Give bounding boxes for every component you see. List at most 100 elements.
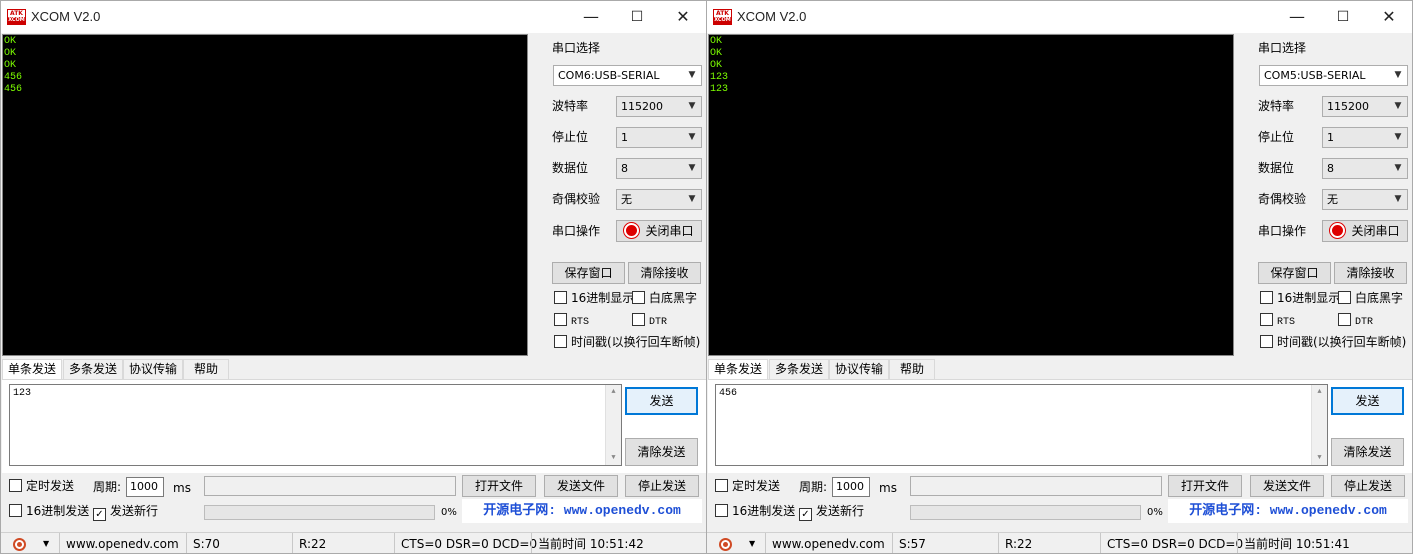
hex-display-checkbox[interactable]: 16进制显示 — [1260, 291, 1340, 305]
stop-send-button[interactable]: 停止发送 — [625, 475, 699, 497]
receive-line: OK — [4, 48, 17, 59]
checkbox-box[interactable] — [632, 291, 645, 304]
dropdown-arrow-icon[interactable]: ▼ — [749, 533, 755, 553]
send-scrollbar[interactable]: ▲ ▼ — [605, 385, 621, 465]
white-bg-checkbox[interactable]: 白底黑字 — [1338, 291, 1403, 305]
period-input[interactable]: 1000 — [126, 477, 164, 497]
minimize-button[interactable]: — — [1274, 1, 1320, 33]
clear-receive-button[interactable]: 清除接收 — [1334, 262, 1407, 284]
send-file-button[interactable]: 发送文件 — [1250, 475, 1324, 497]
receive-scrollbar[interactable] — [511, 35, 527, 355]
checkbox-checked-box[interactable]: ✓ — [93, 508, 106, 521]
checkbox-box[interactable] — [554, 335, 567, 348]
send-input[interactable]: 456 ▲ ▼ — [715, 384, 1328, 466]
data-bits-select[interactable]: 8 ▼ — [1322, 158, 1408, 179]
send-file-button[interactable]: 发送文件 — [544, 475, 618, 497]
scroll-down-icon[interactable]: ▼ — [1312, 452, 1327, 464]
hex-send-checkbox[interactable]: 16进制发送 — [9, 504, 89, 518]
file-path-field[interactable] — [204, 476, 456, 496]
checkbox-box[interactable] — [1338, 291, 1351, 304]
send-scrollbar[interactable]: ▲ ▼ — [1311, 385, 1327, 465]
title-bar[interactable]: ATK XCOM XCOM V2.0 — ☐ ✕ — [707, 1, 1412, 33]
tab-protocol[interactable]: 协议传输 — [829, 359, 889, 379]
timestamp-checkbox[interactable]: 时间戳(以换行回车断帧) — [1260, 335, 1406, 349]
newline-checkbox[interactable]: ✓ 发送新行 — [93, 504, 158, 521]
checkbox-box[interactable] — [715, 479, 728, 492]
scroll-down-icon[interactable]: ▼ — [606, 452, 621, 464]
timed-send-checkbox[interactable]: 定时发送 — [715, 479, 780, 493]
timed-send-checkbox[interactable]: 定时发送 — [9, 479, 74, 493]
checkbox-box[interactable] — [9, 479, 22, 492]
data-bits-select[interactable]: 8 ▼ — [616, 158, 702, 179]
white-bg-checkbox[interactable]: 白底黑字 — [632, 291, 697, 305]
tab-multi-send[interactable]: 多条发送 — [769, 359, 829, 379]
checkbox-box[interactable] — [1338, 313, 1351, 326]
tab-protocol[interactable]: 协议传输 — [123, 359, 183, 379]
send-input[interactable]: 123 ▲ ▼ — [9, 384, 622, 466]
clear-send-button[interactable]: 清除发送 — [1331, 438, 1404, 466]
clear-send-button[interactable]: 清除发送 — [625, 438, 698, 466]
save-window-button[interactable]: 保存窗口 — [552, 262, 625, 284]
scroll-up-icon[interactable]: ▲ — [606, 386, 621, 398]
tab-single-send[interactable]: 单条发送 — [708, 359, 768, 379]
receive-area[interactable]: OK OK OK 456 456 — [2, 34, 528, 356]
receive-area[interactable]: OK OK OK 123 123 — [708, 34, 1234, 356]
stop-bits-select[interactable]: 1 ▼ — [1322, 127, 1408, 148]
checkbox-box[interactable] — [1260, 313, 1273, 326]
checkbox-box[interactable] — [9, 504, 22, 517]
parity-select[interactable]: 无 ▼ — [616, 189, 702, 210]
baud-rate-select[interactable]: 115200 ▼ — [1322, 96, 1408, 117]
tab-single-send[interactable]: 单条发送 — [2, 359, 62, 379]
checkbox-box[interactable] — [715, 504, 728, 517]
newline-checkbox[interactable]: ✓ 发送新行 — [799, 504, 864, 521]
baud-rate-select[interactable]: 115200 ▼ — [616, 96, 702, 117]
maximize-button[interactable]: ☐ — [1320, 1, 1366, 33]
title-bar[interactable]: ATK XCOM XCOM V2.0 — ☐ ✕ — [1, 1, 706, 33]
website-link[interactable]: 开源电子网: www.openedv.com — [1168, 499, 1408, 523]
website-link[interactable]: 开源电子网: www.openedv.com — [462, 499, 702, 523]
stop-bits-select[interactable]: 1 ▼ — [616, 127, 702, 148]
checkbox-box[interactable] — [554, 313, 567, 326]
status-url[interactable]: www.openedv.com — [59, 533, 186, 553]
checkbox-box[interactable] — [1260, 291, 1273, 304]
scroll-up-icon[interactable]: ▲ — [1312, 386, 1327, 398]
send-button[interactable]: 发送 — [625, 387, 698, 415]
checkbox-checked-box[interactable]: ✓ — [799, 508, 812, 521]
checkbox-box[interactable] — [632, 313, 645, 326]
checkbox-box[interactable] — [1260, 335, 1273, 348]
dropdown-arrow-icon[interactable]: ▼ — [43, 533, 49, 553]
open-file-button[interactable]: 打开文件 — [462, 475, 536, 497]
settings-icon[interactable] — [13, 538, 26, 551]
open-file-button[interactable]: 打开文件 — [1168, 475, 1242, 497]
file-path-field[interactable] — [910, 476, 1162, 496]
receive-scrollbar[interactable] — [1217, 35, 1233, 355]
maximize-button[interactable]: ☐ — [614, 1, 660, 33]
dtr-checkbox[interactable]: DTR — [632, 313, 667, 330]
checkbox-box[interactable] — [554, 291, 567, 304]
timestamp-checkbox[interactable]: 时间戳(以换行回车断帧) — [554, 335, 700, 349]
serial-port-select[interactable]: COM5:USB-SERIAL ▼ — [1259, 65, 1408, 86]
stop-send-button[interactable]: 停止发送 — [1331, 475, 1405, 497]
save-window-button[interactable]: 保存窗口 — [1258, 262, 1331, 284]
close-button[interactable]: ✕ — [660, 1, 706, 33]
serial-port-select[interactable]: COM6:USB-SERIAL ▼ — [553, 65, 702, 86]
period-input[interactable]: 1000 — [832, 477, 870, 497]
rts-checkbox[interactable]: RTS — [1260, 313, 1295, 330]
clear-receive-button[interactable]: 清除接收 — [628, 262, 701, 284]
tab-multi-send[interactable]: 多条发送 — [63, 359, 123, 379]
close-button[interactable]: ✕ — [1366, 1, 1412, 33]
parity-select[interactable]: 无 ▼ — [1322, 189, 1408, 210]
dtr-checkbox[interactable]: DTR — [1338, 313, 1373, 330]
tab-help[interactable]: 帮助 — [889, 359, 935, 379]
rts-checkbox[interactable]: RTS — [554, 313, 589, 330]
settings-icon[interactable] — [719, 538, 732, 551]
hex-display-label: 16进制显示 — [571, 291, 635, 305]
close-port-button[interactable]: 关闭串口 — [1322, 220, 1408, 242]
hex-send-checkbox[interactable]: 16进制发送 — [715, 504, 795, 518]
tab-help[interactable]: 帮助 — [183, 359, 229, 379]
close-port-button[interactable]: 关闭串口 — [616, 220, 702, 242]
send-button[interactable]: 发送 — [1331, 387, 1404, 415]
minimize-button[interactable]: — — [568, 1, 614, 33]
hex-display-checkbox[interactable]: 16进制显示 — [554, 291, 634, 305]
status-url[interactable]: www.openedv.com — [765, 533, 892, 553]
